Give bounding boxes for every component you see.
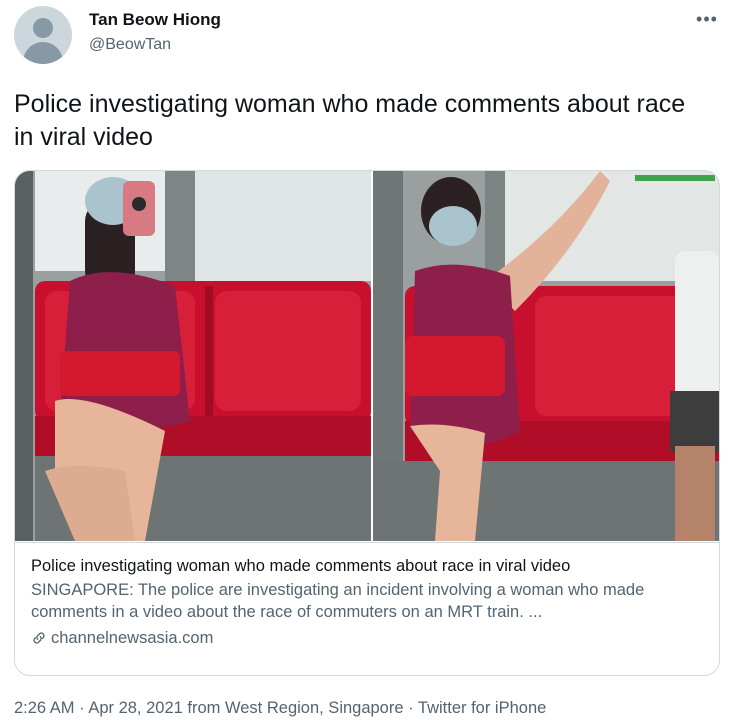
card-domain: channelnewsasia.com [31,627,703,649]
card-image[interactable] [15,171,719,541]
avatar-head [33,18,53,38]
meta-separator: · [403,699,418,717]
link-icon [33,632,45,644]
link-card[interactable]: Police investigating woman who made comm… [14,170,720,676]
tweet-client[interactable]: Twitter for iPhone [418,699,546,717]
meta-separator: · [74,699,89,717]
tweet-location: from West Region, Singapore [182,699,404,717]
tweet-time[interactable]: 2:26 AM [14,699,75,717]
card-description: SINGAPORE: The police are investigating … [31,581,645,621]
tweet-metadata: 2:26 AM · Apr 28, 2021 from West Region,… [14,699,546,718]
card-info[interactable]: Police investigating woman who made comm… [15,542,719,661]
more-icon[interactable]: ••• [696,8,718,30]
author-handle[interactable]: @BeowTan [89,36,171,54]
author-display-name[interactable]: Tan Beow Hiong [89,10,221,30]
avatar-body [23,42,63,64]
card-title: Police investigating woman who made comm… [31,557,571,575]
avatar[interactable] [14,6,72,64]
tweet-text: Police investigating woman who made comm… [14,90,686,151]
card-domain-text: channelnewsasia.com [51,629,214,647]
tweet-date[interactable]: Apr 28, 2021 [88,699,183,717]
train-photo [15,171,719,541]
